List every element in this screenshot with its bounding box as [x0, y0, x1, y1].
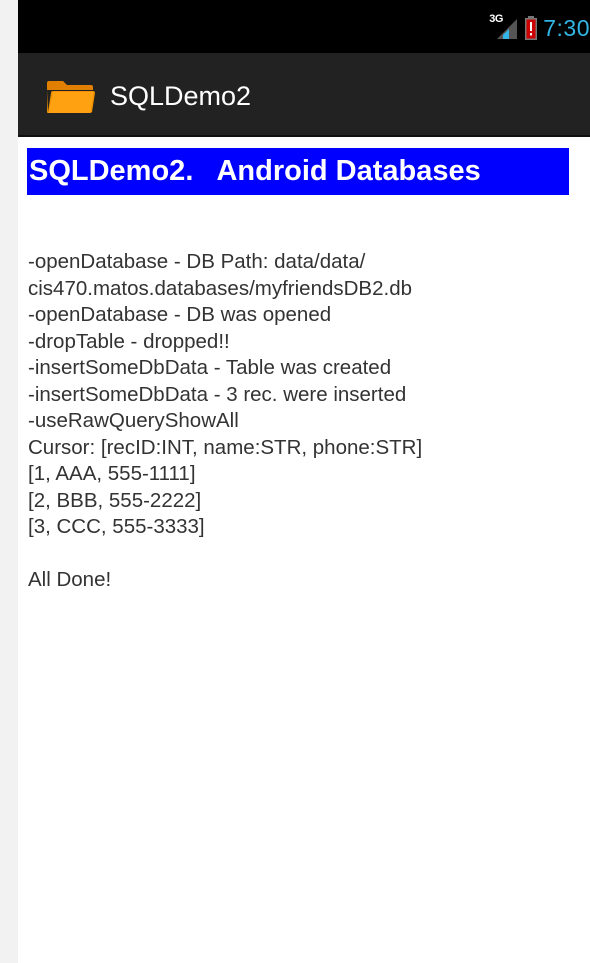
app-title: SQLDemo2 — [110, 81, 252, 111]
log-line: [1, AAA, 555-1111] — [28, 462, 196, 485]
signal-strength-icon: 3G — [489, 13, 519, 43]
log-line: [2, BBB, 555-2222] — [28, 488, 202, 512]
status-icons: 3G 7:30 — [489, 10, 590, 46]
log-line: All Done! — [28, 568, 112, 591]
device-screen: 3G 7:30 SQLDemo2 SQLDemo2. Android Datab… — [18, 0, 590, 963]
log-line: -insertSomeDbData - Table was created — [28, 356, 392, 379]
folder-icon[interactable] — [46, 80, 96, 114]
log-line: Cursor: [recID:INT, name:STR, phone:STR] — [28, 435, 423, 459]
log-line: -dropTable - dropped!! — [28, 329, 230, 353]
device-frame-left — [0, 0, 18, 963]
log-line: [3, CCC, 555-3333] — [28, 515, 205, 538]
main-content: SQLDemo2. Android Databases -openDatabas… — [18, 137, 590, 963]
status-clock: 7:30 — [543, 15, 590, 41]
battery-low-icon — [525, 16, 538, 40]
log-line: -useRawQueryShowAll — [28, 409, 239, 432]
header-title: SQLDemo2. Android Databases — [29, 155, 481, 187]
header-banner: SQLDemo2. Android Databases — [27, 148, 569, 195]
log-line: cis470.matos.databases/myfriendsDB2.db — [28, 276, 413, 300]
action-bar: SQLDemo2 — [18, 53, 590, 137]
log-line: -openDatabase - DB Path: data/data/ — [28, 250, 366, 273]
signal-bars-icon — [497, 19, 518, 39]
log-output: -openDatabase - DB Path: data/data/ cis4… — [28, 249, 578, 594]
log-line: -openDatabase - DB was opened — [28, 303, 332, 326]
status-bar: 3G 7:30 — [18, 0, 590, 53]
log-line: -insertSomeDbData - 3 rec. were inserted — [28, 382, 407, 406]
